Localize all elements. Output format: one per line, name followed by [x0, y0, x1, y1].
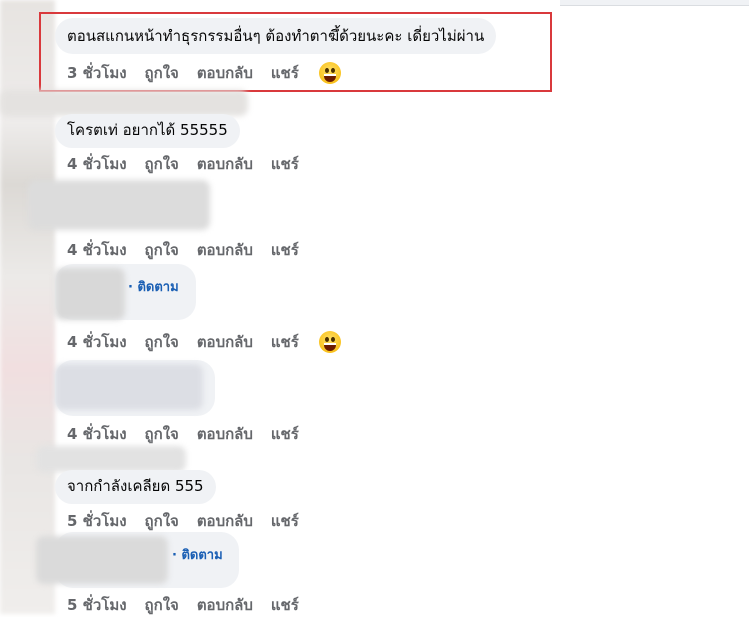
comment-actions: 5 ชั่วโมง ถูกใจ ตอบกลับ แชร์: [67, 593, 317, 617]
like-button[interactable]: ถูกใจ: [145, 509, 179, 533]
reply-button[interactable]: ตอบกลับ: [197, 422, 253, 446]
blurred-name: [55, 268, 125, 320]
like-button[interactable]: ถูกใจ: [145, 238, 179, 262]
share-button[interactable]: แชร์: [271, 422, 299, 446]
share-button[interactable]: แชร์: [271, 330, 299, 354]
comment-time[interactable]: 4 ชั่วโมง: [67, 238, 127, 262]
reply-button[interactable]: ตอบกลับ: [197, 238, 253, 262]
reply-button[interactable]: ตอบกลับ: [197, 152, 253, 176]
comment-time[interactable]: 4 ชั่วโมง: [67, 330, 127, 354]
reply-button[interactable]: ตอบกลับ: [197, 330, 253, 354]
comment-time[interactable]: 5 ชั่วโมง: [67, 509, 127, 533]
blurred-name: [36, 536, 168, 584]
blurred-comment: [55, 364, 203, 410]
comment-actions: 4 ชั่วโมง ถูกใจ ตอบกลับ แชร์: [67, 422, 317, 446]
laughing-emoji-icon[interactable]: [318, 331, 341, 353]
highlight-box: [39, 12, 552, 92]
comment-actions: 4 ชั่วโมง ถูกใจ ตอบกลับ แชร์: [67, 330, 341, 354]
comment-actions: 4 ชั่วโมง ถูกใจ ตอบกลับ แชร์: [67, 238, 317, 262]
comment-text: โครตเท่ อยากได้ 55555: [67, 121, 228, 139]
share-button[interactable]: แชร์: [271, 593, 299, 617]
comment-time[interactable]: 4 ชั่วโมง: [67, 152, 127, 176]
comment-text: จากกำลังเคลียด 555: [67, 477, 204, 495]
comment-time[interactable]: 5 ชั่วโมง: [67, 593, 127, 617]
share-button[interactable]: แชร์: [271, 152, 299, 176]
like-button[interactable]: ถูกใจ: [145, 422, 179, 446]
share-button[interactable]: แชร์: [271, 238, 299, 262]
blurred-name: [36, 446, 186, 472]
comment-time[interactable]: 4 ชั่วโมง: [67, 422, 127, 446]
like-button[interactable]: ถูกใจ: [145, 152, 179, 176]
comment-bubble: โครตเท่ อยากได้ 55555: [55, 114, 240, 148]
like-button[interactable]: ถูกใจ: [145, 593, 179, 617]
comment-actions: 5 ชั่วโมง ถูกใจ ตอบกลับ แชร์: [67, 509, 317, 533]
reply-button[interactable]: ตอบกลับ: [197, 593, 253, 617]
like-button[interactable]: ถูกใจ: [145, 330, 179, 354]
top-divider: [560, 0, 749, 6]
comment-actions: 4 ชั่วโมง ถูกใจ ตอบกลับ แชร์: [67, 152, 317, 176]
share-button[interactable]: แชร์: [271, 509, 299, 533]
blurred-name: [0, 90, 248, 116]
reply-button[interactable]: ตอบกลับ: [197, 509, 253, 533]
follow-link[interactable]: · ติดตาม: [128, 276, 179, 297]
blurred-comment: [28, 180, 210, 230]
follow-link[interactable]: · ติดตาม: [172, 544, 223, 565]
comment-bubble: จากกำลังเคลียด 555: [55, 470, 216, 504]
